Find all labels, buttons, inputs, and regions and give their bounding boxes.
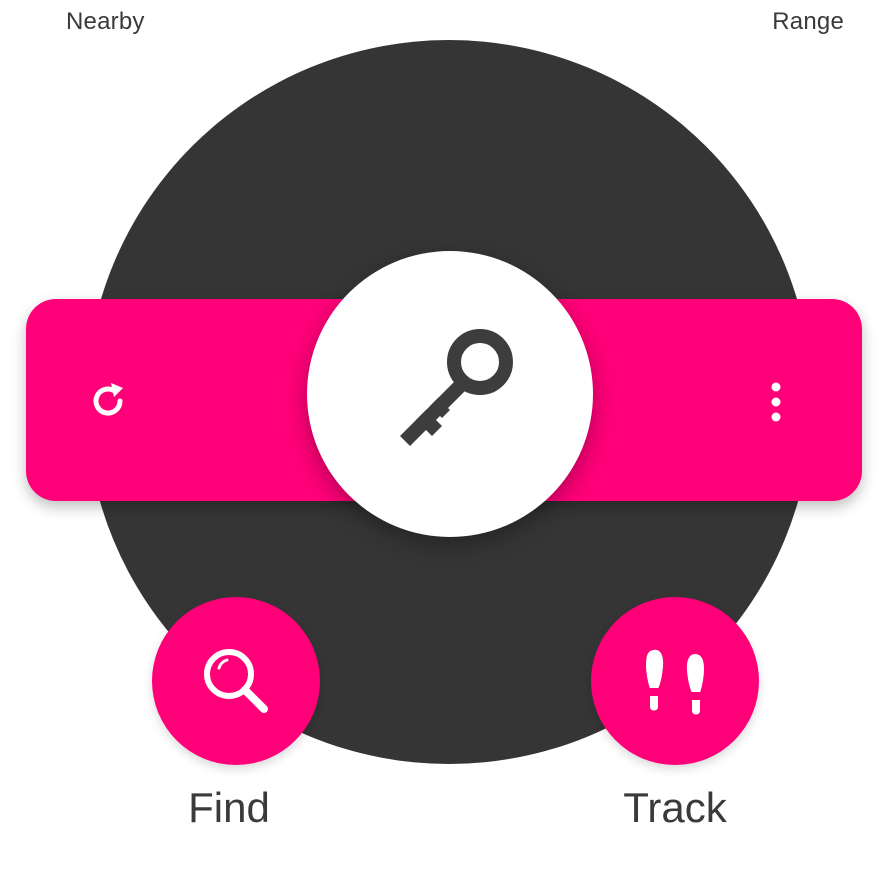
refresh-button[interactable] [80,373,136,429]
more-options-button[interactable] [752,373,800,429]
footprints-icon [643,647,707,717]
app-screen: Nearby Range Find Track [0,0,896,880]
key-icon [400,329,513,446]
track-button[interactable] [591,597,759,765]
find-button[interactable] [152,597,320,765]
refresh-icon [93,383,123,416]
more-vertical-icon [771,382,781,422]
range-label[interactable]: Range [772,8,844,36]
search-icon [204,649,268,713]
nearby-label[interactable]: Nearby [66,8,145,36]
key-button[interactable] [307,251,593,537]
find-label[interactable]: Find [129,784,329,832]
track-label[interactable]: Track [575,784,775,832]
